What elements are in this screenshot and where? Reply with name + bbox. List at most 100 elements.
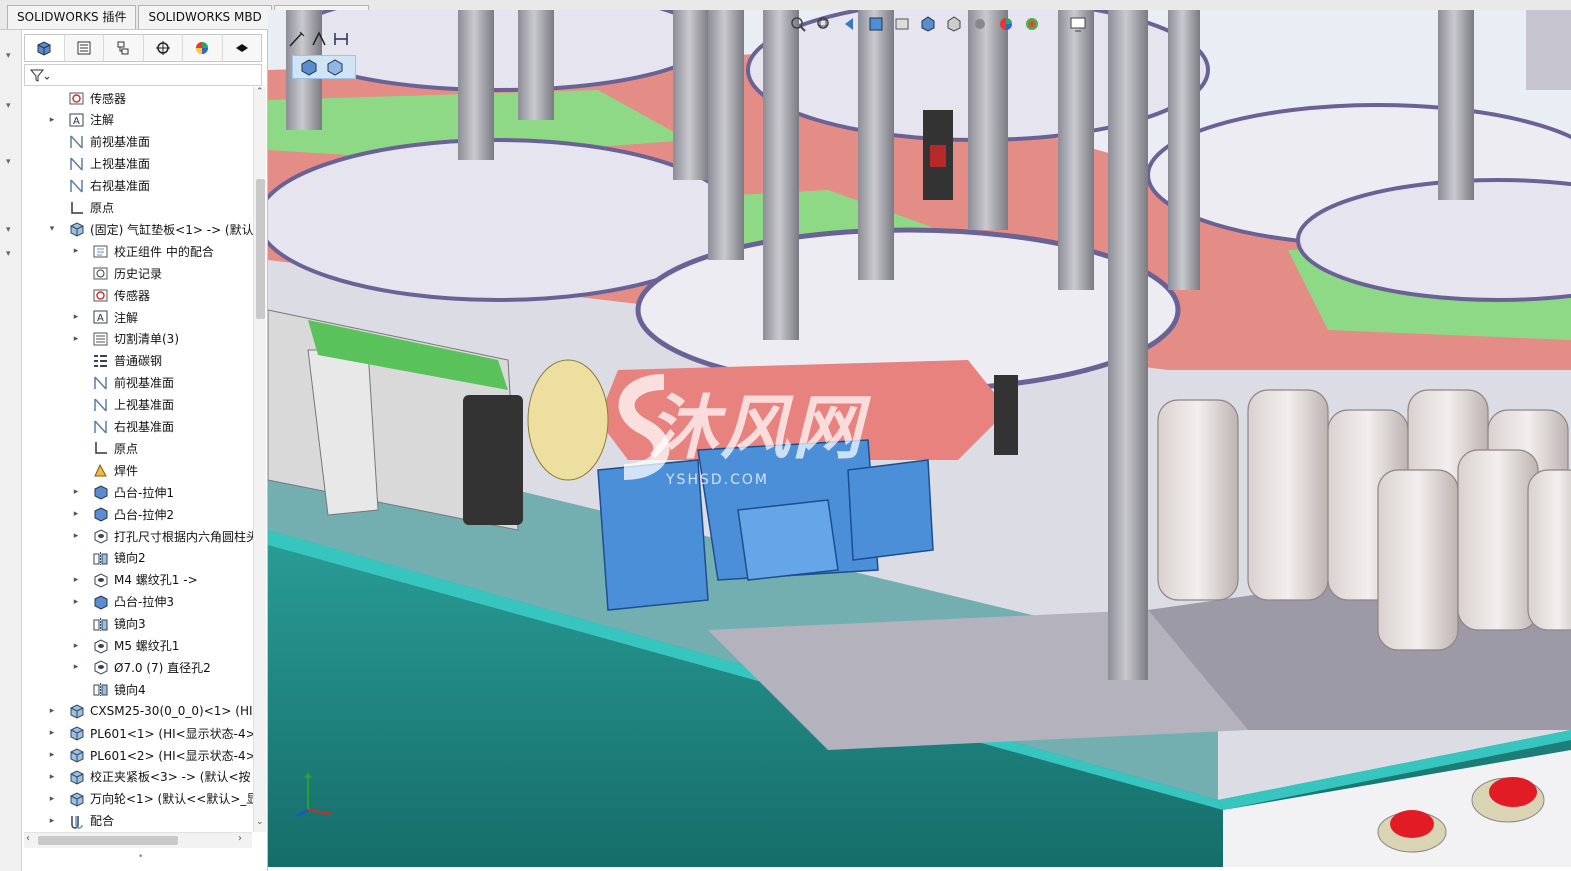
edit-appearance-icon[interactable] xyxy=(996,14,1016,34)
scroll-right-icon[interactable]: › xyxy=(238,833,242,844)
plane-icon xyxy=(92,397,109,413)
scroll-up-icon[interactable]: ⌃ xyxy=(256,87,264,97)
tree-item-label: 右视基准面 xyxy=(114,420,175,434)
display-style-icon[interactable] xyxy=(944,14,964,34)
tree-item[interactable]: ▸ PL601<1> (HI<显示状态-4> xyxy=(46,722,253,744)
apply-scene-icon[interactable] xyxy=(1022,14,1042,34)
sketch-icon[interactable] xyxy=(288,30,306,48)
tab-solidworks-mbd[interactable]: SOLIDWORKS MBD xyxy=(138,5,272,29)
tree-horizontal-scrollbar[interactable]: ‹ › xyxy=(24,832,252,848)
tree-item[interactable]: ▸ 凸台-拉伸1 xyxy=(70,481,174,503)
tree-item[interactable]: ▸ A 注解 xyxy=(70,306,138,328)
zoom-to-fit-icon[interactable] xyxy=(788,14,808,34)
tab-solidworks-addins[interactable]: SOLIDWORKS 插件 xyxy=(7,5,137,29)
tree-item[interactable]: ▸ 万向轮<1> (默认<<默认>_显 xyxy=(46,788,253,810)
tree-item-label: 焊件 xyxy=(114,463,139,478)
tree-item[interactable]: 前视基准面 xyxy=(46,131,150,153)
display-manager-icon[interactable] xyxy=(183,35,223,61)
tree-item[interactable]: 上视基准面 xyxy=(46,153,150,175)
tree-item[interactable]: 焊件 xyxy=(70,459,138,481)
tree-item[interactable]: ▸ M4 螺纹孔1 -> xyxy=(70,569,198,591)
expand-icon[interactable]: ▸ xyxy=(70,334,82,344)
linear-dimension-icon[interactable] xyxy=(332,30,350,48)
expand-icon[interactable]: ▸ xyxy=(46,750,58,760)
tree-item[interactable]: ▸ 凸台-拉伸3 xyxy=(70,591,174,613)
expand-icon[interactable]: ▸ xyxy=(46,794,58,804)
tree-item[interactable]: 传感器 xyxy=(70,284,150,306)
collapse-icon[interactable]: ▾ xyxy=(46,224,58,234)
view-cube-icon[interactable] xyxy=(299,58,319,76)
collapse-arrow-icon[interactable]: ▾ xyxy=(6,102,14,111)
expand-icon[interactable]: ▸ xyxy=(46,115,58,125)
tree-item[interactable]: 右视基准面 xyxy=(70,416,174,438)
dimxpert-icon[interactable] xyxy=(144,35,183,61)
configuration-manager-icon[interactable] xyxy=(104,35,144,61)
tree-item[interactable]: 传感器 xyxy=(46,87,126,109)
tree-item[interactable]: 镜向4 xyxy=(70,678,146,700)
scrollbar-thumb[interactable] xyxy=(256,179,265,319)
expand-icon[interactable]: ▸ xyxy=(70,487,82,497)
tree-item[interactable]: 上视基准面 xyxy=(70,394,174,416)
plane-icon xyxy=(92,375,109,391)
collapse-arrow-icon[interactable]: ▾ xyxy=(6,250,14,259)
expand-icon[interactable]: ▸ xyxy=(70,575,82,585)
expand-icon[interactable]: ▸ xyxy=(70,531,82,541)
tree-item[interactable]: 原点 xyxy=(70,437,138,459)
reference-triad-icon xyxy=(295,772,333,817)
expand-icon[interactable]: ▸ xyxy=(70,509,82,519)
tree-item[interactable]: ▸ PL601<2> (HI<显示状态-4> xyxy=(46,744,253,766)
collapse-arrow-icon[interactable]: ▾ xyxy=(6,158,14,167)
smart-dimension-icon[interactable] xyxy=(310,30,328,48)
scroll-left-icon[interactable]: ‹ xyxy=(26,833,30,844)
scroll-down-icon[interactable]: ⌄ xyxy=(256,817,264,827)
tree-item[interactable]: ▸ 打孔尺寸根据内六角圆柱头 xyxy=(70,525,253,547)
tree-item[interactable]: 镜向3 xyxy=(70,613,146,635)
expand-icon[interactable]: ▸ xyxy=(70,312,82,322)
graphics-area[interactable]: 沐风网 YSHSD.COM xyxy=(268,10,1571,867)
zoom-area-icon[interactable] xyxy=(814,14,834,34)
scrollbar-thumb[interactable] xyxy=(38,836,178,845)
tree-item[interactable]: ▸ Ø7.0 (7) 直径孔2 xyxy=(70,656,211,678)
expand-icon[interactable]: ▸ xyxy=(70,246,82,256)
filter-icon[interactable] xyxy=(29,67,49,83)
tree-item[interactable]: 右视基准面 xyxy=(46,175,150,197)
splitter-grip-icon[interactable]: • xyxy=(138,852,143,862)
previous-view-icon[interactable] xyxy=(840,14,860,34)
expand-icon[interactable]: ▸ xyxy=(46,706,58,716)
tree-item[interactable]: ▸ 切割清单(3) xyxy=(70,328,179,350)
tree-item[interactable]: ▸ 配合 xyxy=(46,810,114,832)
dynamic-annotation-icon[interactable] xyxy=(892,14,912,34)
collapse-arrow-icon[interactable]: ▾ xyxy=(6,52,14,61)
expand-icon[interactable]: ▸ xyxy=(46,816,58,826)
tree-item-label: M5 螺纹孔1 xyxy=(114,639,180,653)
view-cube-alt-icon[interactable] xyxy=(325,58,345,76)
expand-icon[interactable]: ▸ xyxy=(70,597,82,607)
tree-item[interactable]: ▸ CXSM25-30(0_0_0)<1> (HI< xyxy=(46,700,253,722)
tree-item[interactable]: ▸ 凸台-拉伸2 xyxy=(70,503,174,525)
tree-item[interactable]: ▾ (固定) 气缸垫板<1> -> (默认 xyxy=(46,218,253,240)
tree-item[interactable]: 普通碳钢 xyxy=(70,350,162,372)
tree-item[interactable]: ▸ 校正组件 中的配合 xyxy=(70,240,214,262)
view-settings-icon[interactable] xyxy=(1068,14,1088,34)
tree-filter[interactable] xyxy=(24,64,262,86)
view-orientation-icon[interactable] xyxy=(918,14,938,34)
expand-icon[interactable]: ▸ xyxy=(70,662,82,672)
section-view-icon[interactable] xyxy=(866,14,886,34)
cam-icon[interactable] xyxy=(223,35,262,61)
tree-item-label: 历史记录 xyxy=(114,266,163,281)
tree-item[interactable]: ▸ 校正夹紧板<3> -> (默认<按 xyxy=(46,766,251,788)
property-manager-icon[interactable] xyxy=(65,35,104,61)
tree-item[interactable]: 镜向2 xyxy=(70,547,146,569)
expand-icon[interactable]: ▸ xyxy=(46,772,58,782)
tree-item[interactable]: 前视基准面 xyxy=(70,372,174,394)
expand-icon[interactable]: ▸ xyxy=(46,728,58,738)
tree-item[interactable]: 历史记录 xyxy=(70,262,162,284)
tree-vertical-scrollbar[interactable]: ⌃ ⌄ xyxy=(253,87,266,832)
tree-item[interactable]: ▸ M5 螺纹孔1 xyxy=(70,635,179,657)
hide-show-items-icon[interactable] xyxy=(970,14,990,34)
collapse-arrow-icon[interactable]: ▾ xyxy=(6,226,14,235)
feature-manager-icon[interactable] xyxy=(25,35,65,61)
tree-item[interactable]: ▸ A 注解 xyxy=(46,109,114,131)
tree-item[interactable]: 原点 xyxy=(46,197,114,219)
expand-icon[interactable]: ▸ xyxy=(70,641,82,651)
